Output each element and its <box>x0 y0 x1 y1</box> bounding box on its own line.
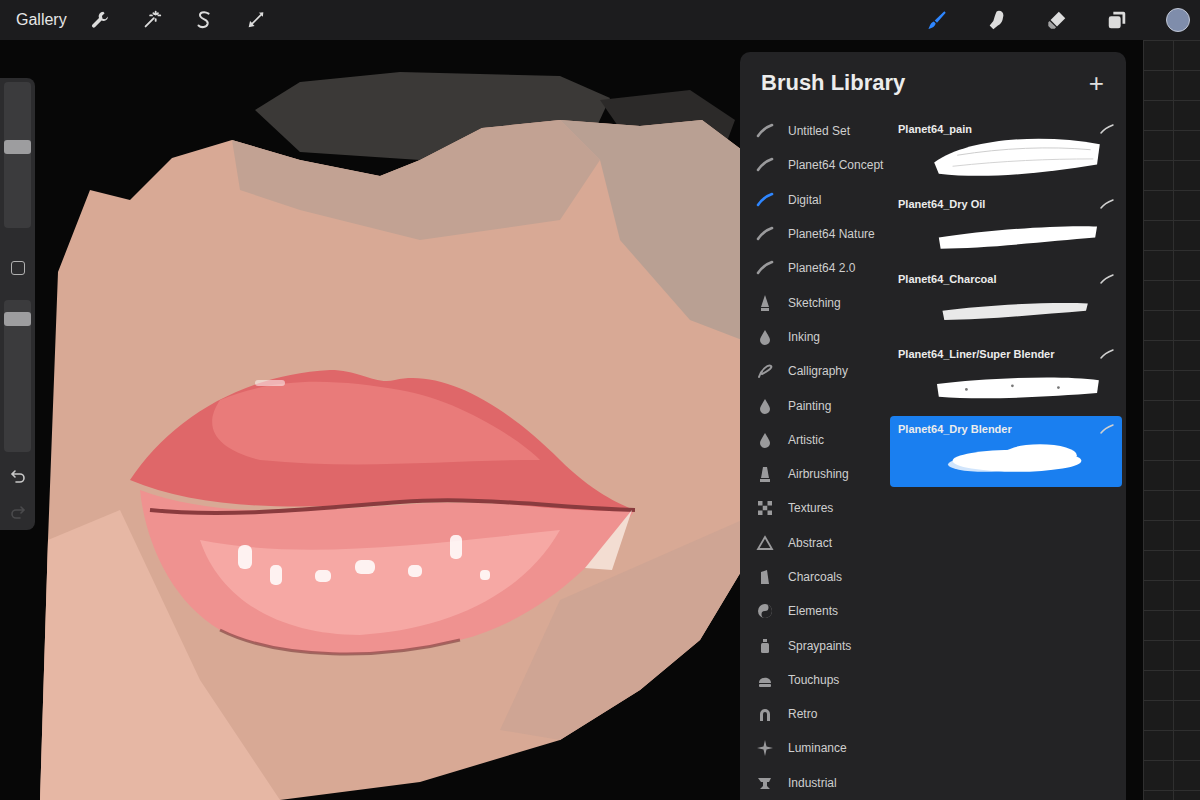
brush-set-item[interactable]: Textures <box>756 491 890 525</box>
brush-list: Planet64_painPlanet64_Dry OilPlanet64_Ch… <box>890 114 1126 800</box>
airbrush-icon <box>756 465 774 483</box>
brush-set-item[interactable]: Painting <box>756 388 890 422</box>
brush-set-item[interactable]: Airbrushing <box>756 457 890 491</box>
brush-item[interactable]: Planet64_Dry Oil <box>890 191 1122 262</box>
drop-icon <box>756 397 774 415</box>
brush-set-item[interactable]: Abstract <box>756 526 890 560</box>
stroke-icon <box>1100 124 1114 134</box>
stroke-icon <box>756 156 774 174</box>
procreate-app: GalleryBrush Library+Untitled SetPlanet6… <box>0 0 1200 800</box>
stroke-icon <box>1100 424 1114 434</box>
workspace: Brush Library + Untitled SetPlanet64 Conce… <box>0 40 1200 800</box>
brush-item[interactable]: Planet64_pain <box>890 116 1122 187</box>
arch-icon <box>756 705 774 723</box>
transform-icon[interactable] <box>245 9 267 31</box>
color-swatch[interactable] <box>1166 8 1190 32</box>
triangle-icon <box>756 534 774 552</box>
eraser-tool-icon[interactable] <box>1046 9 1068 31</box>
brush-set-item[interactable]: Calligraphy <box>756 354 890 388</box>
canvas[interactable]: Brush Library + Untitled SetPlanet64 Conce… <box>0 40 1143 800</box>
slider-thumb[interactable] <box>4 312 31 326</box>
liner-stroke-preview-icon <box>922 360 1112 406</box>
stroke-icon <box>756 122 774 140</box>
top-toolbar: Gallery <box>0 0 1200 40</box>
brush-set-item[interactable]: Elements <box>756 594 890 628</box>
drop-icon <box>756 431 774 449</box>
star-icon <box>756 739 774 757</box>
yin-icon <box>756 602 774 620</box>
brush-library-title: Brush Library <box>761 68 905 98</box>
dry-blender-stroke-preview-icon <box>922 435 1112 481</box>
brush-set-item[interactable]: Sketching <box>756 285 890 319</box>
wand-icon[interactable] <box>141 9 163 31</box>
brush-set-item[interactable]: Luminance <box>756 731 890 765</box>
selection-icon[interactable] <box>193 9 215 31</box>
opacity-slider[interactable] <box>4 300 31 452</box>
brush-item[interactable]: Planet64_Dry Blender <box>890 416 1122 487</box>
curl-icon <box>756 362 774 380</box>
undo-icon[interactable] <box>10 468 26 484</box>
brush-set-item[interactable]: Digital <box>756 183 890 217</box>
charcoal-stroke-preview-icon <box>922 285 1112 331</box>
anvil-icon <box>756 774 774 792</box>
brush-set-item[interactable]: Touchups <box>756 663 890 697</box>
brush-set-item[interactable]: Untitled Set <box>756 114 890 148</box>
layers-tool-icon[interactable] <box>1106 9 1128 31</box>
stroke-icon <box>756 191 774 209</box>
brush-set-item[interactable]: Charcoals <box>756 560 890 594</box>
bell-icon <box>756 671 774 689</box>
spray-icon <box>756 637 774 655</box>
side-toolbar <box>0 78 35 530</box>
slider-thumb[interactable] <box>4 140 31 154</box>
stroke-icon <box>1100 349 1114 359</box>
brush-set-item[interactable]: Spraypaints <box>756 628 890 662</box>
brush-size-slider[interactable] <box>4 82 31 228</box>
add-set-button[interactable]: + <box>1089 68 1104 98</box>
grid-background <box>1143 40 1200 800</box>
brush-set-item[interactable]: Planet64 Nature <box>756 217 890 251</box>
pencil-icon <box>756 294 774 312</box>
charcoal-icon <box>756 568 774 586</box>
brush-item[interactable]: Planet64_Charcoal <box>890 266 1122 337</box>
stroke-icon <box>756 259 774 277</box>
stroke-icon <box>756 225 774 243</box>
checker-icon <box>756 499 774 517</box>
drop-icon <box>756 328 774 346</box>
brush-set-item[interactable]: Planet64 2.0 <box>756 251 890 285</box>
paint-stroke-preview-icon <box>922 135 1112 181</box>
brush-library-popover: Brush Library + Untitled SetPlanet64 Conce… <box>740 52 1126 800</box>
smudge-tool-icon[interactable] <box>986 9 1008 31</box>
brush-set-list: Untitled SetPlanet64 ConceptDigitalPlane… <box>740 114 890 800</box>
modify-button[interactable] <box>11 261 25 275</box>
brush-set-item[interactable]: Inking <box>756 320 890 354</box>
dry-oil-stroke-preview-icon <box>922 210 1112 256</box>
brush-set-item[interactable]: Retro <box>756 697 890 731</box>
wrench-icon[interactable] <box>89 9 111 31</box>
brush-item[interactable]: Planet64_Liner/Super Blender <box>890 341 1122 412</box>
brush-set-item[interactable]: Industrial <box>756 766 890 800</box>
brush-set-item[interactable]: Planet64 Concept <box>756 148 890 182</box>
gallery-button[interactable]: Gallery <box>16 11 67 29</box>
redo-icon[interactable] <box>10 504 26 520</box>
stroke-icon <box>1100 199 1114 209</box>
stroke-icon <box>1100 274 1114 284</box>
brush-tool-icon[interactable] <box>926 9 948 31</box>
brush-set-item[interactable]: Artistic <box>756 423 890 457</box>
